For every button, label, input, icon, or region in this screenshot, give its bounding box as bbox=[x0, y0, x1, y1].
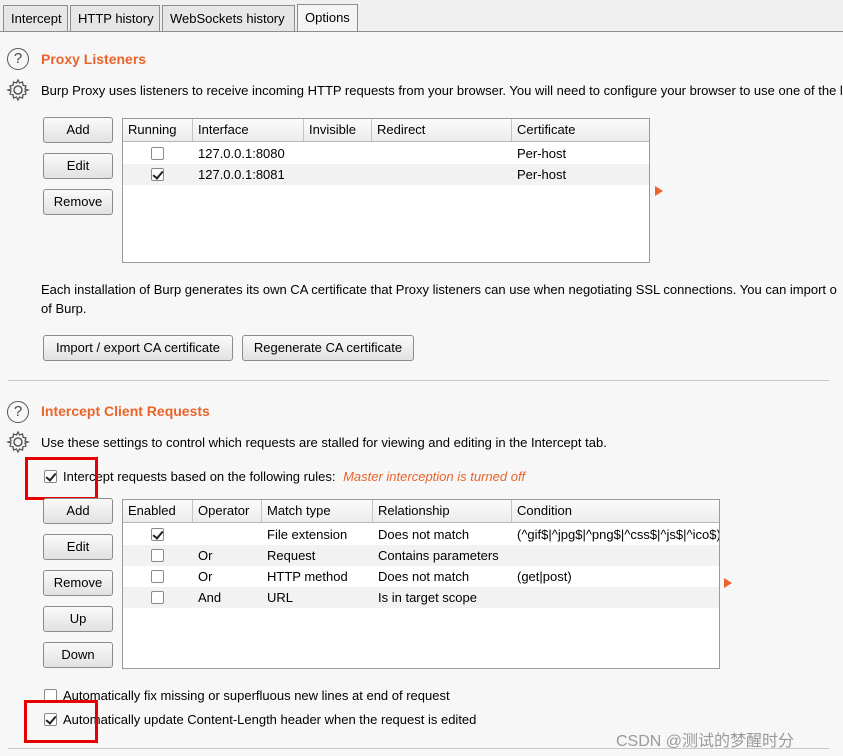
operator-cell: And bbox=[198, 590, 222, 605]
relationship-cell: Does not match bbox=[378, 527, 470, 542]
enabled-checkbox[interactable] bbox=[151, 528, 164, 541]
condition-cell bbox=[512, 545, 517, 566]
table-row[interactable]: Or Request Contains parameters bbox=[123, 545, 719, 566]
rule-add-button[interactable]: Add bbox=[43, 498, 113, 524]
relationship-cell: Contains parameters bbox=[378, 548, 499, 563]
help-icon[interactable]: ? bbox=[7, 48, 29, 70]
condition-cell: (get|post) bbox=[517, 569, 572, 584]
intercept-rules-label: Intercept requests based on the followin… bbox=[63, 469, 525, 484]
listeners-table-header: Running Interface Invisible Redirect Cer… bbox=[123, 119, 649, 142]
regenerate-ca-button[interactable]: Regenerate CA certificate bbox=[242, 335, 414, 361]
operator-cell bbox=[193, 524, 198, 545]
operator-cell: Or bbox=[198, 548, 213, 563]
tab-options[interactable]: Options bbox=[297, 4, 358, 31]
column-header-invisible[interactable]: Invisible bbox=[304, 119, 372, 141]
table-row[interactable]: And URL Is in target scope bbox=[123, 587, 719, 608]
running-checkbox[interactable] bbox=[151, 147, 164, 160]
help-icon[interactable]: ? bbox=[7, 401, 29, 423]
expand-arrow-icon[interactable] bbox=[655, 186, 663, 196]
match-type-cell: HTTP method bbox=[267, 569, 348, 584]
highlight-box bbox=[25, 457, 98, 500]
column-header-enabled[interactable]: Enabled bbox=[123, 500, 193, 522]
enabled-checkbox[interactable] bbox=[151, 570, 164, 583]
table-row[interactable]: 127.0.0.1:8081 Per-host bbox=[123, 164, 649, 185]
table-row[interactable]: File extension Does not match (^gif$|^jp… bbox=[123, 524, 719, 545]
options-panel: ? Proxy Listeners Burp Proxy uses listen… bbox=[0, 32, 843, 756]
rules-table-header: Enabled Operator Match type Relationship… bbox=[123, 500, 719, 523]
rule-up-button[interactable]: Up bbox=[43, 606, 113, 632]
condition-cell: (^gif$|^jpg$|^png$|^css$|^js$|^ico$) bbox=[517, 527, 720, 542]
match-type-cell: Request bbox=[267, 548, 316, 563]
proxy-listeners-description: Burp Proxy uses listeners to receive inc… bbox=[41, 83, 843, 98]
gear-icon[interactable] bbox=[6, 430, 30, 454]
running-checkbox[interactable] bbox=[151, 168, 164, 181]
relationship-cell: Is in target scope bbox=[378, 590, 477, 605]
tab-bar: Intercept HTTP history WebSockets histor… bbox=[0, 0, 843, 32]
ca-description: Each installation of Burp generates its … bbox=[41, 282, 837, 297]
column-header-condition[interactable]: Condition bbox=[512, 500, 719, 522]
column-header-certificate[interactable]: Certificate bbox=[512, 119, 649, 141]
column-header-redirect[interactable]: Redirect bbox=[372, 119, 512, 141]
column-header-relationship[interactable]: Relationship bbox=[373, 500, 512, 522]
table-row[interactable]: Or HTTP method Does not match (get|post) bbox=[123, 566, 719, 587]
column-header-interface[interactable]: Interface bbox=[193, 119, 304, 141]
section-title-intercept-client-requests: Intercept Client Requests bbox=[41, 403, 210, 419]
master-interception-note: Master interception is turned off bbox=[343, 469, 526, 484]
rule-edit-button[interactable]: Edit bbox=[43, 534, 113, 560]
tab-http-history[interactable]: HTTP history bbox=[70, 5, 160, 31]
listener-add-button[interactable]: Add bbox=[43, 117, 113, 143]
intercept-rules-text: Intercept requests based on the followin… bbox=[63, 469, 336, 484]
section-divider bbox=[8, 380, 829, 381]
relationship-cell: Does not match bbox=[378, 569, 470, 584]
highlight-box bbox=[24, 700, 98, 743]
certificate-cell: Per-host bbox=[517, 146, 567, 161]
watermark: CSDN @测试的梦醒时分 bbox=[616, 733, 795, 750]
table-row[interactable]: 127.0.0.1:8080 Per-host bbox=[123, 143, 649, 164]
interface-cell: 127.0.0.1:8080 bbox=[198, 146, 285, 161]
intercept-rules-table: Enabled Operator Match type Relationship… bbox=[122, 499, 720, 669]
column-header-match-type[interactable]: Match type bbox=[262, 500, 373, 522]
rule-remove-button[interactable]: Remove bbox=[43, 570, 113, 596]
rule-down-button[interactable]: Down bbox=[43, 642, 113, 668]
tab-intercept[interactable]: Intercept bbox=[3, 5, 68, 31]
update-content-length-label: Automatically update Content-Length head… bbox=[63, 712, 477, 727]
listener-edit-button[interactable]: Edit bbox=[43, 153, 113, 179]
condition-cell bbox=[512, 587, 517, 608]
fix-newlines-label: Automatically fix missing or superfluous… bbox=[63, 688, 450, 703]
listener-remove-button[interactable]: Remove bbox=[43, 189, 113, 215]
certificate-cell: Per-host bbox=[517, 167, 567, 182]
section-title-proxy-listeners: Proxy Listeners bbox=[41, 51, 147, 67]
listeners-table: Running Interface Invisible Redirect Cer… bbox=[122, 118, 650, 263]
import-export-ca-button[interactable]: Import / export CA certificate bbox=[43, 335, 233, 361]
ca-description-continued: of Burp. bbox=[41, 301, 87, 316]
enabled-checkbox[interactable] bbox=[151, 591, 164, 604]
operator-cell: Or bbox=[198, 569, 213, 584]
match-type-cell: URL bbox=[267, 590, 294, 605]
tab-websockets-history[interactable]: WebSockets history bbox=[162, 5, 295, 31]
gear-icon[interactable] bbox=[6, 78, 30, 102]
intercept-description: Use these settings to control which requ… bbox=[41, 435, 607, 450]
column-header-running[interactable]: Running bbox=[123, 119, 193, 141]
enabled-checkbox[interactable] bbox=[151, 549, 164, 562]
match-type-cell: File extension bbox=[267, 527, 348, 542]
expand-arrow-icon[interactable] bbox=[724, 578, 732, 588]
column-header-operator[interactable]: Operator bbox=[193, 500, 262, 522]
interface-cell: 127.0.0.1:8081 bbox=[198, 167, 285, 182]
